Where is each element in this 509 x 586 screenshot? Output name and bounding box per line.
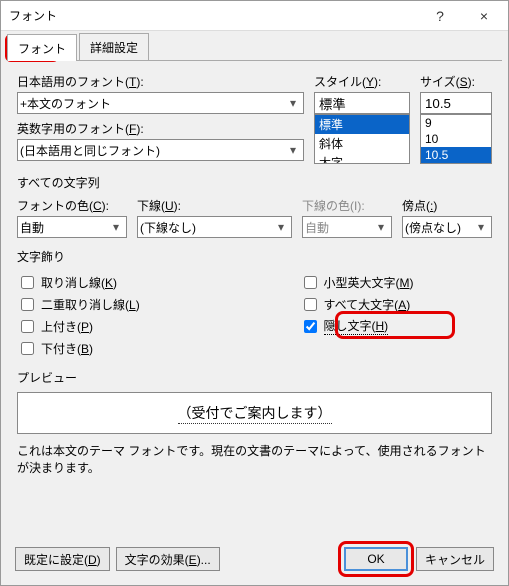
size-list[interactable]: 9 10 10.5 [420,114,492,164]
label-preview: プレビュー [17,369,492,386]
en-font-value: (日本語用と同じフォント) [20,142,160,159]
underline-combo[interactable]: (下線なし)▾ [137,216,292,238]
dropdown-arrow-icon: ▾ [273,220,289,234]
style-option[interactable]: 斜体 [315,134,409,153]
size-option[interactable]: 10.5 [421,147,491,163]
jp-font-value: +本文のフォント [20,95,111,112]
size-input[interactable] [420,92,492,114]
check-smallcaps[interactable]: 小型英大文字(M) [300,271,493,293]
label-style: スタイル(Y): [314,73,410,90]
title-bar: フォント ? × [1,1,508,31]
preview-area: （受付でご案内します） [17,392,492,434]
tab-advanced[interactable]: 詳細設定 [79,33,149,61]
style-input[interactable] [314,92,410,114]
tab-strip: フォント 詳細設定 [1,31,508,61]
cancel-button[interactable]: キャンセル [416,547,494,571]
check-sup[interactable]: 上付き(P) [17,315,210,337]
en-font-combo[interactable]: (日本語用と同じフォント) ▾ [17,139,304,161]
size-option[interactable]: 9 [421,115,491,131]
dropdown-arrow-icon: ▾ [108,220,124,234]
size-option[interactable]: 10 [421,131,491,147]
label-emphasis: 傍点(:) [402,197,492,214]
font-color-combo[interactable]: 自動▾ [17,216,127,238]
style-option[interactable]: 標準 [315,115,409,134]
label-en-font: 英数字用のフォント(F): [17,120,304,137]
tab-underline [7,60,502,61]
check-hidden[interactable]: 隠し文字(H) [300,315,493,337]
label-ul-color: 下線の色(I): [302,197,392,214]
button-bar: 既定に設定(D) 文字の効果(E)... OK キャンセル [1,537,508,585]
check-dstrike[interactable]: 二重取り消し線(L) [17,293,210,315]
window-title: フォント [9,7,418,24]
dropdown-arrow-icon: ▾ [473,220,489,234]
label-all-text: すべての文字列 [17,174,492,191]
text-effects-button[interactable]: 文字の効果(E)... [116,547,220,571]
label-underline: 下線(U): [137,197,292,214]
emphasis-combo[interactable]: (傍点なし)▾ [402,216,492,238]
content-area: 日本語用のフォント(T): +本文のフォント ▾ 英数字用のフォント(F): (… [1,61,508,476]
label-size: サイズ(S): [420,73,492,90]
ok-button[interactable]: OK [344,547,408,571]
dropdown-arrow-icon: ▾ [373,220,389,234]
close-button[interactable]: × [462,2,506,30]
tab-font[interactable]: フォント [7,34,77,61]
set-default-button[interactable]: 既定に設定(D) [15,547,110,571]
check-strike[interactable]: 取り消し線(K) [17,271,210,293]
note-text: これは本文のテーマ フォントです。現在の文書のテーマによって、使用されるフォント… [17,442,492,476]
label-effects: 文字飾り [17,248,492,265]
label-font-color: フォントの色(C): [17,197,127,214]
label-jp-font: 日本語用のフォント(T): [17,73,304,90]
dropdown-arrow-icon: ▾ [285,143,301,157]
style-list[interactable]: 標準 斜体 太字 [314,114,410,164]
dropdown-arrow-icon: ▾ [285,96,301,110]
style-option[interactable]: 太字 [315,153,409,164]
font-dialog: フォント ? × フォント 詳細設定 日本語用のフォント(T): +本文のフォン… [0,0,509,586]
help-button[interactable]: ? [418,2,462,30]
check-allcaps[interactable]: すべて大文字(A) [300,293,493,315]
jp-font-combo[interactable]: +本文のフォント ▾ [17,92,304,114]
ul-color-combo: 自動▾ [302,216,392,238]
check-sub[interactable]: 下付き(B) [17,337,210,359]
preview-text: （受付でご案内します） [178,403,332,424]
